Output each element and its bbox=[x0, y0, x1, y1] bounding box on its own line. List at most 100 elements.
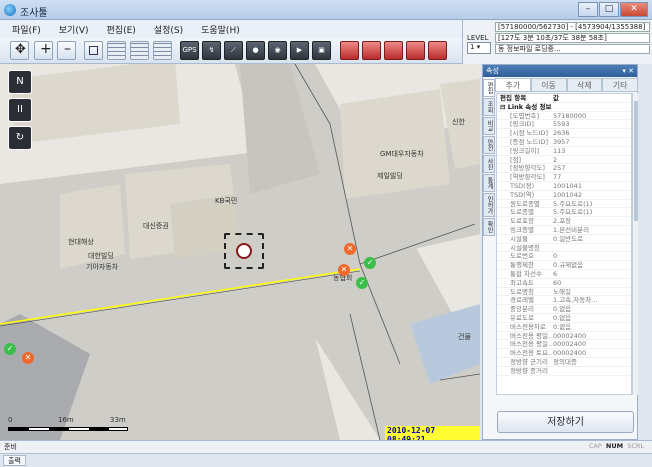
map-view[interactable]: 신한 GM대우자동차 제일빌딩 KB국민 대신증권 현대해상 대한빌딩 기아자동… bbox=[0, 64, 480, 440]
row-value[interactable]: 2636 bbox=[553, 129, 631, 137]
table-row[interactable]: 버스전용 평일... 00002400 bbox=[497, 332, 631, 341]
table-row[interactable]: TSD(역) 1001042 bbox=[497, 191, 631, 200]
table-row[interactable]: 정방향 군기리 정의대증 bbox=[497, 358, 631, 367]
row-value[interactable]: 0.일반도로 bbox=[553, 235, 631, 243]
tab-add[interactable]: 추가 bbox=[495, 78, 531, 92]
row-value[interactable]: 00002400 bbox=[553, 349, 631, 357]
property-table[interactable]: 편집 항목 값 ⊟ Link 속성 정보 [도엽번호] 57180000 [링크ID]… bbox=[496, 93, 632, 395]
tab-delete[interactable]: 삭제 bbox=[566, 78, 603, 92]
row-value[interactable]: 77 bbox=[553, 173, 631, 181]
vtab-photo[interactable]: 사진 bbox=[483, 155, 495, 173]
table-row[interactable]: 최고속도 60 bbox=[497, 279, 631, 288]
table-row[interactable]: [점] 2 bbox=[497, 156, 631, 165]
route-tool-button[interactable]: ↯ bbox=[202, 41, 221, 60]
zoom-out-button[interactable]: – bbox=[57, 41, 76, 60]
table-row[interactable]: [정방향각도] 257 bbox=[497, 164, 631, 174]
row-value[interactable]: 5593 bbox=[553, 120, 631, 128]
refresh-icon[interactable]: ↻ bbox=[8, 126, 32, 150]
level-select[interactable]: 1 ▾ bbox=[467, 42, 491, 54]
table-row[interactable]: [역방향각도] 77 bbox=[497, 173, 631, 182]
row-value[interactable]: 0.규제없음 bbox=[553, 261, 631, 269]
table-row[interactable]: 버스전용 평일... 00002400 bbox=[497, 340, 631, 350]
edit-red-button-2[interactable] bbox=[362, 41, 381, 60]
row-value[interactable]: 1.본선비분리 bbox=[553, 226, 631, 234]
table-row[interactable]: 시설물명칭 bbox=[497, 244, 631, 253]
table-row[interactable]: 도로번호 0 bbox=[497, 252, 631, 262]
tab-move[interactable]: 이동 bbox=[530, 78, 567, 92]
vtab-permit[interactable]: 인허가 bbox=[483, 193, 495, 217]
row-value[interactable] bbox=[553, 367, 631, 375]
row-value[interactable]: 113 bbox=[553, 147, 631, 155]
error-marker-icon[interactable]: ✕ bbox=[344, 243, 356, 255]
ok-marker-icon[interactable]: ✓ bbox=[364, 257, 376, 269]
link-tool-button[interactable]: ⟋ bbox=[224, 41, 243, 60]
vtab-compare[interactable]: 비교 bbox=[483, 117, 495, 135]
row-value[interactable]: 노해길 bbox=[553, 288, 631, 296]
row-value[interactable]: 0.없음 bbox=[553, 314, 631, 322]
row-value[interactable]: 0.없음 bbox=[553, 323, 631, 331]
vtab-safety[interactable]: 안전 bbox=[483, 136, 495, 154]
table-row[interactable]: TSD(정) 1001041 bbox=[497, 182, 631, 191]
close-button[interactable]: ✕ bbox=[620, 2, 648, 17]
layer-tool-button[interactable]: ▣ bbox=[312, 41, 331, 60]
table-row[interactable]: [시점 노드ID] 2636 bbox=[497, 129, 631, 138]
point-tool-button[interactable]: ● bbox=[246, 41, 265, 60]
chart-button[interactable] bbox=[384, 41, 403, 60]
vtab-edit[interactable]: 편집 bbox=[483, 79, 495, 97]
table-row[interactable]: 도로종별 5.주요도로(1) bbox=[497, 208, 631, 218]
export-button[interactable] bbox=[406, 41, 425, 60]
grid-large-button[interactable] bbox=[153, 41, 172, 60]
row-value[interactable]: 2.포장 bbox=[553, 217, 631, 225]
row-value[interactable]: 5.주요도로(1) bbox=[553, 200, 631, 208]
table-row[interactable]: 링크종별 1.본선비분리 bbox=[497, 226, 631, 235]
row-value[interactable]: 정의대증 bbox=[553, 358, 631, 366]
menu-file[interactable]: 파일(F) bbox=[0, 20, 47, 36]
north-up-button[interactable]: N bbox=[8, 70, 32, 94]
table-row[interactable]: 통합 차선수 6 bbox=[497, 270, 631, 279]
panel-scrollbar[interactable] bbox=[632, 93, 638, 395]
table-row[interactable]: [종점 노드ID] 3957 bbox=[497, 138, 631, 147]
menu-edit[interactable]: 편집(E) bbox=[95, 20, 142, 36]
row-value[interactable]: 00002400 bbox=[553, 332, 631, 340]
row-value[interactable]: 00002400 bbox=[553, 340, 631, 348]
record-tool-button[interactable]: ▶ bbox=[290, 41, 309, 60]
table-row[interactable]: 도로명칭 노해길 bbox=[497, 288, 631, 297]
table-row[interactable]: 유료도로 0.없음 bbox=[497, 314, 631, 323]
grid-small-button[interactable] bbox=[107, 41, 126, 60]
table-row[interactable]: [링크길이] 113 bbox=[497, 147, 631, 156]
edit-red-button-1[interactable] bbox=[340, 41, 359, 60]
pause-button[interactable]: II bbox=[8, 98, 32, 122]
menu-settings[interactable]: 설정(S) bbox=[142, 20, 189, 36]
row-value[interactable]: 3957 bbox=[553, 138, 631, 146]
row-value[interactable]: 60 bbox=[553, 279, 631, 287]
table-row[interactable]: 경로레벨 1.고속,자동차... bbox=[497, 296, 631, 306]
minimize-button[interactable]: – bbox=[578, 2, 598, 17]
vtab-stats[interactable]: 통계 bbox=[483, 174, 495, 192]
output-tab[interactable]: 출력 bbox=[3, 455, 26, 466]
row-value[interactable]: 257 bbox=[553, 164, 631, 172]
maximize-button[interactable]: □ bbox=[599, 2, 619, 17]
camera-tool-button[interactable]: ◉ bbox=[268, 41, 287, 60]
settings-red-button[interactable] bbox=[428, 41, 447, 60]
row-value[interactable]: 1.고속,자동차... bbox=[553, 296, 631, 304]
table-row[interactable]: 통행제한 0.규제없음 bbox=[497, 261, 631, 270]
row-value[interactable]: 0.없음 bbox=[553, 305, 631, 313]
table-row[interactable]: [링크ID] 5593 bbox=[497, 120, 631, 130]
zoom-in-button[interactable]: + bbox=[34, 41, 53, 60]
ok-marker-icon[interactable]: ✓ bbox=[356, 277, 368, 289]
vtab-query[interactable]: 조회 bbox=[483, 98, 495, 116]
menu-help[interactable]: 도움말(H) bbox=[189, 20, 246, 36]
fit-extent-button[interactable] bbox=[84, 41, 103, 60]
error-marker-icon[interactable]: ✕ bbox=[22, 352, 34, 364]
grid-medium-button[interactable] bbox=[130, 41, 149, 60]
row-value[interactable]: 57180000 bbox=[553, 112, 631, 120]
row-value[interactable]: 5.주요도로(1) bbox=[553, 208, 631, 216]
row-value[interactable]: 6 bbox=[553, 270, 631, 278]
tab-other[interactable]: 기타 bbox=[602, 78, 638, 92]
table-row[interactable]: 중앙분리 0.없음 bbox=[497, 305, 631, 314]
table-row[interactable]: 원도로종별 5.주요도로(1) bbox=[497, 200, 631, 209]
gps-button[interactable]: GPS bbox=[180, 41, 199, 60]
table-row[interactable]: 시설물 0.일반도로 bbox=[497, 235, 631, 244]
pan-tool-button[interactable]: ✥ bbox=[10, 41, 29, 60]
table-row[interactable]: 버스전용차로 0.없음 bbox=[497, 323, 631, 332]
